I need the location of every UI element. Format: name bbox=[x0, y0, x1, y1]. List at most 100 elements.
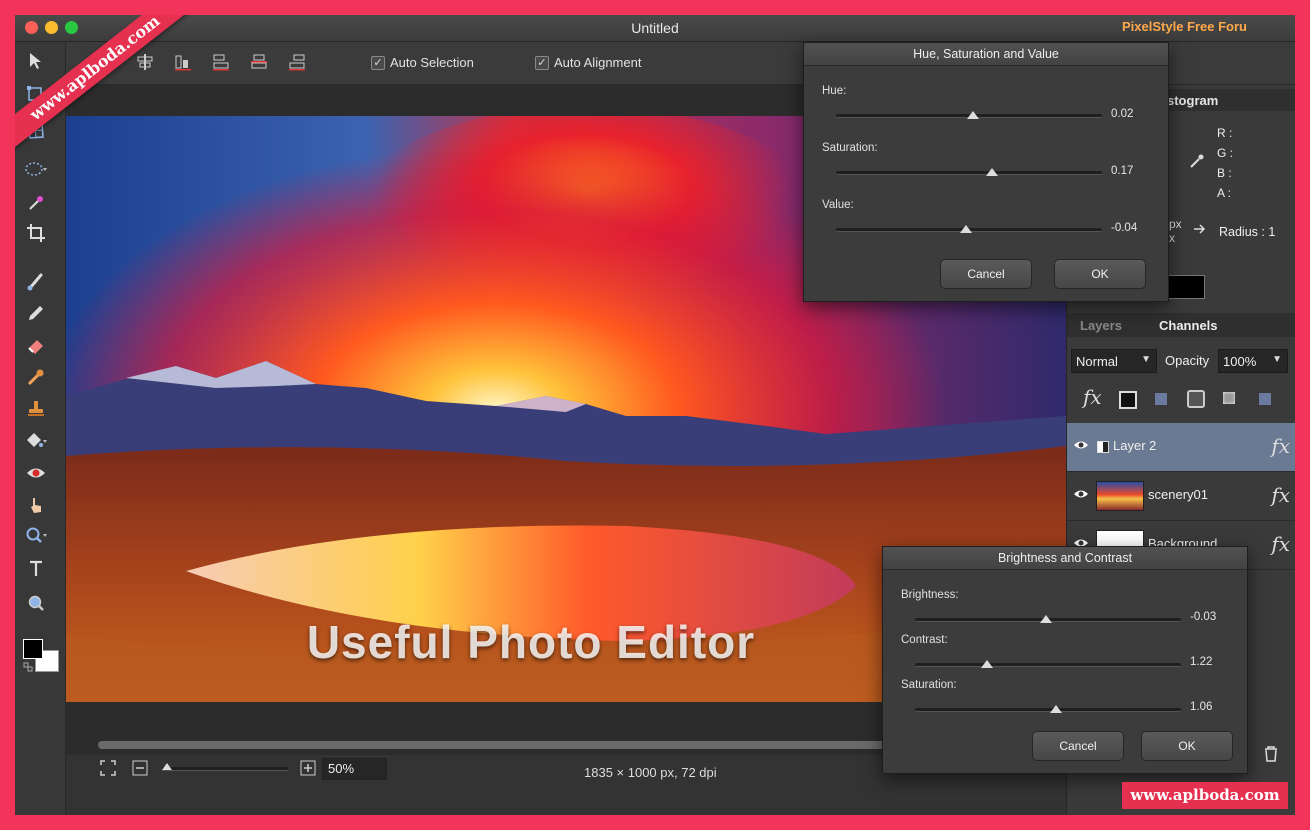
pencil-tool[interactable] bbox=[23, 300, 49, 326]
bc-saturation-slider-thumb[interactable] bbox=[1050, 705, 1062, 713]
hand-finger-icon bbox=[31, 498, 41, 513]
histogram-color-swatch bbox=[1167, 275, 1205, 299]
bc-saturation-label: Saturation: bbox=[901, 679, 957, 691]
zoom-slider-thumb[interactable] bbox=[162, 763, 172, 770]
histogram-b: B : bbox=[1217, 166, 1232, 180]
sample-size-unit-1: px bbox=[1169, 217, 1182, 231]
fit-screen-icon[interactable] bbox=[100, 760, 116, 776]
saturation-slider-thumb[interactable] bbox=[986, 168, 998, 176]
layer-style-icon-1[interactable] bbox=[1119, 391, 1137, 409]
bc-cancel-button[interactable]: Cancel bbox=[1032, 731, 1124, 761]
zoom-value-field[interactable]: 50% bbox=[322, 758, 387, 780]
align-top-icon[interactable] bbox=[211, 52, 231, 72]
layer-thumbnail bbox=[1096, 481, 1144, 511]
stamp-tool[interactable] bbox=[23, 396, 49, 422]
align-right-icon[interactable] bbox=[173, 52, 193, 72]
hsv-ok-button[interactable]: OK bbox=[1054, 259, 1146, 289]
window-title: Untitled bbox=[631, 20, 679, 36]
reset-colors-icon[interactable] bbox=[23, 662, 33, 672]
opacity-label: Opacity bbox=[1165, 353, 1210, 368]
tab-channels[interactable]: Channels bbox=[1159, 318, 1218, 333]
saturation-slider-track[interactable] bbox=[836, 171, 1102, 175]
chevron-down-icon: ▼ bbox=[1272, 354, 1282, 365]
hsv-dialog-title: Hue, Saturation and Value bbox=[804, 43, 1168, 66]
contrast-slider-track[interactable] bbox=[915, 663, 1181, 667]
magic-wand-tool[interactable] bbox=[23, 190, 49, 216]
brush-icon bbox=[27, 273, 43, 291]
contrast-label: Contrast: bbox=[901, 634, 948, 646]
layer-fx-icon[interactable]: fx bbox=[1271, 483, 1290, 507]
crop-tool[interactable] bbox=[23, 220, 49, 246]
opacity-select[interactable]: 100% ▼ bbox=[1218, 349, 1288, 373]
trash-icon[interactable] bbox=[1263, 745, 1279, 763]
zoom-out-icon[interactable] bbox=[132, 760, 148, 776]
horizontal-scrollbar[interactable] bbox=[98, 741, 898, 749]
magnifier-plus-icon bbox=[26, 527, 47, 543]
brightness-contrast-dialog: Brightness and Contrast Brightness: -0.0… bbox=[882, 546, 1248, 774]
red-eye-tool[interactable] bbox=[23, 460, 49, 486]
auto-selection-checkbox[interactable]: ✓ Auto Selection bbox=[371, 55, 474, 70]
bc-saturation-slider-track[interactable] bbox=[915, 708, 1181, 712]
saturation-value: 0.17 bbox=[1111, 165, 1134, 177]
value-slider-thumb[interactable] bbox=[960, 225, 972, 233]
checkmark-icon: ✓ bbox=[371, 55, 385, 70]
layer-row-layer-2[interactable]: Layer 2 fx bbox=[1067, 423, 1295, 472]
bc-saturation-value: 1.06 bbox=[1190, 701, 1213, 713]
image-dimensions: 1835 × 1000 px, 72 dpi bbox=[584, 765, 717, 780]
magnifier-icon bbox=[28, 595, 44, 611]
checkmark-icon: ✓ bbox=[535, 55, 549, 70]
brush-tool[interactable] bbox=[23, 268, 49, 294]
brightness-slider-thumb[interactable] bbox=[1040, 615, 1052, 623]
layer-name: Layer 2 bbox=[1113, 438, 1157, 453]
layer-fx-icon[interactable]: fx bbox=[1271, 434, 1290, 458]
eyedropper-icon bbox=[27, 369, 44, 386]
move-tool[interactable] bbox=[23, 48, 49, 74]
visibility-eye-icon[interactable] bbox=[1073, 438, 1089, 452]
layer-mask-icon bbox=[1097, 441, 1109, 453]
auto-selection-label: Auto Selection bbox=[390, 55, 474, 70]
hue-label: Hue: bbox=[822, 85, 847, 97]
paint-bucket-tool[interactable] bbox=[23, 428, 49, 454]
layer-style-icon-3[interactable] bbox=[1187, 390, 1205, 408]
eraser-tool[interactable] bbox=[23, 332, 49, 358]
visibility-eye-icon[interactable] bbox=[1073, 487, 1089, 501]
panel-tabs: Layers Channels bbox=[1067, 313, 1295, 337]
align-center-icon[interactable] bbox=[135, 52, 155, 72]
hue-value: 0.02 bbox=[1111, 108, 1134, 120]
magic-wand-icon bbox=[29, 196, 43, 210]
text-tool[interactable] bbox=[23, 556, 49, 582]
bc-ok-button[interactable]: OK bbox=[1141, 731, 1233, 761]
histogram-title: stogram bbox=[1167, 93, 1219, 108]
chevron-down-icon: ▼ bbox=[1141, 354, 1151, 365]
zoom-slider[interactable] bbox=[162, 767, 288, 771]
contrast-value: 1.22 bbox=[1190, 656, 1213, 668]
layer-style-icon-5[interactable] bbox=[1259, 393, 1271, 405]
align-bottom-icon[interactable] bbox=[287, 52, 307, 72]
blend-mode-select[interactable]: Normal ▼ bbox=[1071, 349, 1157, 373]
arrow-right-icon[interactable] bbox=[1193, 223, 1207, 235]
effects-fx-icon[interactable]: fx bbox=[1083, 385, 1102, 409]
eyedropper-tool[interactable] bbox=[23, 364, 49, 390]
auto-alignment-checkbox[interactable]: ✓ Auto Alignment bbox=[535, 55, 641, 70]
contrast-slider-thumb[interactable] bbox=[981, 660, 993, 668]
tab-layers[interactable]: Layers bbox=[1080, 318, 1122, 333]
layer-row-scenery01[interactable]: scenery01 fx bbox=[1067, 472, 1295, 521]
smudge-tool[interactable] bbox=[23, 492, 49, 518]
histogram-r: R : bbox=[1217, 126, 1233, 140]
layer-style-icon-2[interactable] bbox=[1155, 393, 1167, 405]
zoom-in-icon[interactable] bbox=[300, 760, 316, 776]
zoom-tool[interactable] bbox=[23, 522, 49, 548]
foreground-color-swatch[interactable] bbox=[23, 639, 43, 659]
loupe-tool[interactable] bbox=[23, 590, 49, 616]
hue-slider-thumb[interactable] bbox=[967, 111, 979, 119]
align-middle-icon[interactable] bbox=[249, 52, 269, 72]
layer-style-icon-4[interactable] bbox=[1223, 392, 1235, 404]
histogram-g: G : bbox=[1217, 146, 1234, 160]
color-picker-icon[interactable] bbox=[1189, 153, 1205, 169]
app-window: Untitled PixelStyle Free Foru ✓ Auto Sel… bbox=[15, 15, 1295, 815]
layer-fx-icon[interactable]: fx bbox=[1271, 532, 1290, 556]
hsv-cancel-button[interactable]: Cancel bbox=[940, 259, 1032, 289]
marquee-tool[interactable] bbox=[23, 156, 49, 182]
photo-overlay-text: Useful Photo Editor bbox=[306, 616, 756, 668]
blend-mode-value: Normal bbox=[1076, 354, 1118, 369]
